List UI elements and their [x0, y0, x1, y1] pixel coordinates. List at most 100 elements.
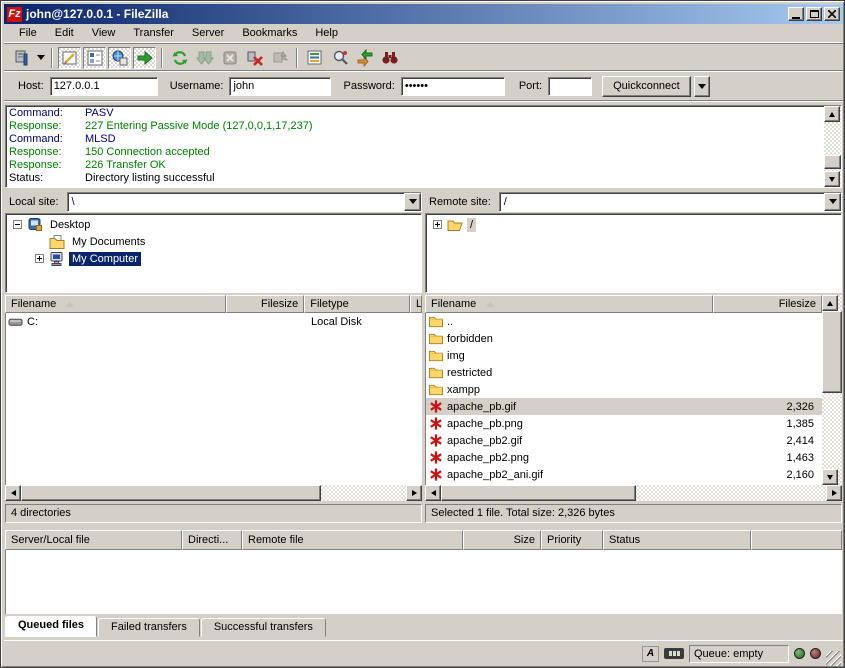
- scrollbar-thumb[interactable]: [824, 155, 841, 169]
- synchronized-browsing-button[interactable]: [353, 47, 376, 69]
- menu-bookmarks[interactable]: Bookmarks: [233, 25, 306, 41]
- port-input[interactable]: [548, 77, 592, 96]
- menu-edit[interactable]: Edit: [46, 25, 83, 41]
- tab-queued-files[interactable]: Queued files: [5, 616, 97, 637]
- menu-view[interactable]: View: [83, 25, 125, 41]
- tab-successful-transfers[interactable]: Successful transfers: [201, 618, 326, 637]
- remote-vertical-scrollbar[interactable]: [822, 295, 842, 485]
- titlebar[interactable]: Fz john@127.0.0.1 - FileZilla: [4, 4, 843, 24]
- menu-server[interactable]: Server: [183, 25, 233, 41]
- disconnect-button[interactable]: [243, 47, 266, 69]
- file-name: xampp: [447, 384, 718, 396]
- tree-item-my-computer[interactable]: My Computer: [6, 250, 421, 267]
- menu-transfer[interactable]: Transfer: [124, 25, 183, 41]
- transfer-type-indicator-icon: A: [642, 646, 659, 662]
- menu-bar: File Edit View Transfer Server Bookmarks…: [4, 24, 843, 43]
- remote-horizontal-scrollbar[interactable]: [425, 485, 842, 501]
- column-header-lastmodified[interactable]: L: [410, 295, 422, 313]
- quickconnect-dropdown[interactable]: [694, 76, 710, 97]
- toggle-transfer-queue-button[interactable]: [133, 47, 156, 69]
- refresh-button[interactable]: [168, 47, 191, 69]
- queue-column-priority[interactable]: Priority: [541, 530, 603, 550]
- tree-item-desktop[interactable]: Desktop: [6, 216, 421, 233]
- column-header-filename[interactable]: Filename: [5, 295, 226, 313]
- column-header-filesize[interactable]: Filesize: [713, 295, 822, 313]
- remote-file-row-selected[interactable]: apache_pb.gif 2,326: [426, 398, 822, 415]
- process-queue-button[interactable]: [193, 47, 216, 69]
- queue-column-direction[interactable]: Directi...: [182, 530, 242, 550]
- remote-file-row[interactable]: apache_pb.png 1,385: [426, 415, 822, 432]
- remote-site-combobox[interactable]: /: [499, 192, 842, 212]
- queue-header: Server/Local file Directi... Remote file…: [5, 530, 842, 550]
- expand-icon[interactable]: [35, 254, 44, 263]
- column-header-filesize[interactable]: Filesize: [226, 295, 304, 313]
- remote-file-row[interactable]: forbidden: [426, 330, 822, 347]
- tab-failed-transfers[interactable]: Failed transfers: [98, 618, 200, 637]
- expand-icon[interactable]: [433, 220, 442, 229]
- remote-file-row[interactable]: apache_pb2.png 1,463: [426, 449, 822, 466]
- host-input[interactable]: [50, 77, 158, 96]
- scroll-down-button[interactable]: [822, 469, 838, 485]
- remote-file-row[interactable]: restricted: [426, 364, 822, 381]
- scroll-right-button[interactable]: [406, 485, 422, 501]
- scroll-left-button[interactable]: [5, 485, 21, 501]
- local-site-bar: Local site: \: [5, 191, 422, 212]
- queue-column-status[interactable]: Status: [603, 530, 751, 550]
- minimize-button[interactable]: [788, 7, 804, 21]
- queue-column-server-local-file[interactable]: Server/Local file: [5, 530, 182, 550]
- password-input[interactable]: [401, 77, 505, 96]
- remote-file-row[interactable]: apache_pb2_ani.gif 2,160: [426, 466, 822, 483]
- menu-file[interactable]: File: [10, 25, 46, 41]
- log-scrollbar[interactable]: [824, 106, 841, 187]
- find-files-button[interactable]: [378, 47, 401, 69]
- file-name: forbidden: [447, 333, 718, 345]
- scrollbar-thumb[interactable]: [21, 485, 321, 501]
- queue-column-size[interactable]: Size: [463, 530, 541, 550]
- local-site-label: Local site:: [9, 196, 59, 208]
- sort-ascending-icon: [66, 301, 74, 307]
- column-header-filename[interactable]: Filename: [425, 295, 713, 313]
- quickconnect-button[interactable]: Quickconnect: [602, 76, 691, 97]
- collapse-icon[interactable]: [13, 220, 22, 229]
- tree-item-my-documents[interactable]: My Documents: [6, 233, 421, 250]
- close-button[interactable]: [824, 7, 840, 21]
- toggle-message-log-button[interactable]: [58, 47, 81, 69]
- toggle-local-treeview-button[interactable]: [83, 47, 106, 69]
- resize-grip[interactable]: [826, 651, 841, 666]
- scrollbar-thumb[interactable]: [441, 485, 636, 501]
- local-site-combobox[interactable]: \: [67, 192, 422, 212]
- remote-status-text: Selected 1 file. Total size: 2,326 bytes: [425, 504, 842, 523]
- remote-file-row[interactable]: apache_pb2.gif 2,414: [426, 432, 822, 449]
- scroll-up-button[interactable]: [824, 106, 840, 122]
- remote-site-dropdown[interactable]: [824, 193, 841, 211]
- directory-comparison-button[interactable]: [328, 47, 351, 69]
- reconnect-button[interactable]: [268, 47, 291, 69]
- directory-listing-filters-button[interactable]: [303, 47, 326, 69]
- toggle-remote-treeview-button[interactable]: [108, 47, 131, 69]
- scroll-left-button[interactable]: [425, 485, 441, 501]
- local-file-row[interactable]: C: Local Disk: [6, 313, 421, 330]
- maximize-button[interactable]: [806, 7, 822, 21]
- site-manager-dropdown[interactable]: [34, 47, 47, 69]
- column-header-filetype[interactable]: Filetype: [304, 295, 410, 313]
- scroll-down-button[interactable]: [824, 171, 840, 187]
- local-horizontal-scrollbar[interactable]: [5, 485, 422, 501]
- scroll-right-button[interactable]: [826, 485, 842, 501]
- folder-icon: [428, 314, 444, 329]
- scroll-up-button[interactable]: [822, 295, 838, 311]
- cancel-operation-button[interactable]: [218, 47, 241, 69]
- site-manager-button[interactable]: [10, 47, 33, 69]
- local-site-dropdown[interactable]: [404, 193, 421, 211]
- password-label: Password:: [343, 80, 394, 92]
- remote-file-row[interactable]: ..: [426, 313, 822, 330]
- file-name: apache_pb.png: [447, 418, 718, 430]
- menu-help[interactable]: Help: [306, 25, 347, 41]
- remote-file-row[interactable]: xampp: [426, 381, 822, 398]
- tree-item-root[interactable]: /: [426, 216, 841, 233]
- queue-column-remote-file[interactable]: Remote file: [242, 530, 463, 550]
- queue-list[interactable]: [5, 550, 842, 614]
- scrollbar-thumb[interactable]: [822, 311, 842, 393]
- username-input[interactable]: [229, 77, 331, 96]
- remote-file-row[interactable]: img: [426, 347, 822, 364]
- status-bar: A Queue: empty: [4, 640, 843, 666]
